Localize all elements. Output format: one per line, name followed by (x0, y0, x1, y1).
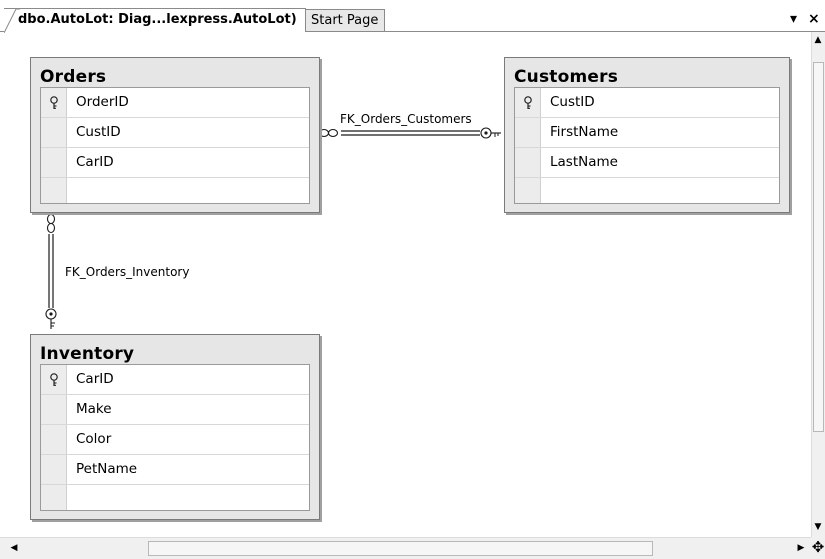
column-row[interactable]: PetName (41, 455, 309, 485)
column-row[interactable]: OrderID (41, 88, 309, 118)
table-orders[interactable]: Orders OrderID CustID CarID (30, 57, 320, 213)
relationship-label-orders-customers[interactable]: FK_Orders_Customers (340, 112, 472, 126)
column-name: CarID (76, 371, 114, 387)
scroll-up-icon[interactable]: ▲ (812, 35, 824, 45)
column-row[interactable]: Make (41, 395, 309, 425)
table-title: Orders (40, 67, 107, 87)
vertical-scroll-thumb[interactable] (813, 62, 824, 432)
column-grid: CarID Make Color PetName (40, 364, 310, 511)
column-name: FirstName (550, 124, 619, 140)
row-selector[interactable] (41, 88, 67, 117)
column-grid: CustID FirstName LastName (514, 87, 780, 204)
row-selector[interactable] (41, 455, 67, 484)
tab-diagram-label: dbo.AutoLot: Diag...lexpress.AutoLot) (18, 12, 297, 27)
pan-navigator-icon[interactable]: ✥ (811, 539, 825, 555)
scroll-down-icon[interactable]: ▼ (812, 522, 824, 532)
column-row[interactable]: FirstName (515, 118, 779, 148)
column-name: OrderID (76, 94, 129, 110)
new-column-row[interactable] (41, 178, 309, 203)
tab-start-page-label: Start Page (311, 13, 379, 28)
primary-key-icon (524, 96, 532, 109)
column-row[interactable]: Color (41, 425, 309, 455)
column-grid: OrderID CustID CarID (40, 87, 310, 204)
primary-key-icon (50, 96, 58, 109)
table-title: Inventory (40, 344, 135, 364)
tab-diagram[interactable]: dbo.AutoLot: Diag...lexpress.AutoLot) (4, 8, 306, 33)
row-selector[interactable] (41, 178, 67, 203)
close-icon[interactable]: × (808, 9, 820, 29)
horizontal-scrollbar[interactable]: ◀ ▶ (0, 537, 811, 559)
primary-key-icon (50, 373, 58, 386)
row-selector[interactable] (41, 485, 67, 510)
new-column-row[interactable] (515, 178, 779, 203)
table-customers[interactable]: Customers CustID FirstName LastName (504, 57, 790, 213)
row-selector[interactable] (515, 148, 541, 177)
column-name: CustID (76, 124, 121, 140)
table-inventory[interactable]: Inventory CarID Make Color PetName (30, 334, 320, 520)
scroll-right-icon[interactable]: ▶ (795, 543, 807, 553)
column-row[interactable]: CustID (515, 88, 779, 118)
row-selector[interactable] (41, 395, 67, 424)
row-selector[interactable] (41, 365, 67, 394)
navigator-corner[interactable]: ✥ (811, 537, 825, 559)
table-title: Customers (514, 67, 619, 87)
row-selector[interactable] (515, 118, 541, 147)
horizontal-scroll-thumb[interactable] (148, 541, 653, 556)
row-selector[interactable] (41, 148, 67, 177)
tab-dropdown-icon[interactable]: ▾ (790, 9, 797, 29)
column-name: Color (76, 431, 112, 447)
column-row[interactable]: CarID (41, 148, 309, 178)
document-tab-strip: dbo.AutoLot: Diag...lexpress.AutoLot) St… (0, 0, 825, 33)
relationship-label-orders-inventory[interactable]: FK_Orders_Inventory (65, 265, 189, 279)
column-row[interactable]: CustID (41, 118, 309, 148)
column-name: CustID (550, 94, 595, 110)
row-selector[interactable] (41, 118, 67, 147)
row-selector[interactable] (515, 178, 541, 203)
new-column-row[interactable] (41, 485, 309, 510)
vertical-scrollbar[interactable]: ▲ ▼ (811, 32, 825, 537)
row-selector[interactable] (41, 425, 67, 454)
tab-slant-edge (4, 9, 20, 33)
column-name: CarID (76, 154, 114, 170)
column-name: LastName (550, 154, 618, 170)
column-name: PetName (76, 461, 138, 477)
column-row[interactable]: CarID (41, 365, 309, 395)
column-name: Make (76, 401, 112, 417)
column-row[interactable]: LastName (515, 148, 779, 178)
scroll-left-icon[interactable]: ◀ (8, 543, 20, 553)
tab-start-page[interactable]: Start Page (305, 9, 385, 31)
row-selector[interactable] (515, 88, 541, 117)
